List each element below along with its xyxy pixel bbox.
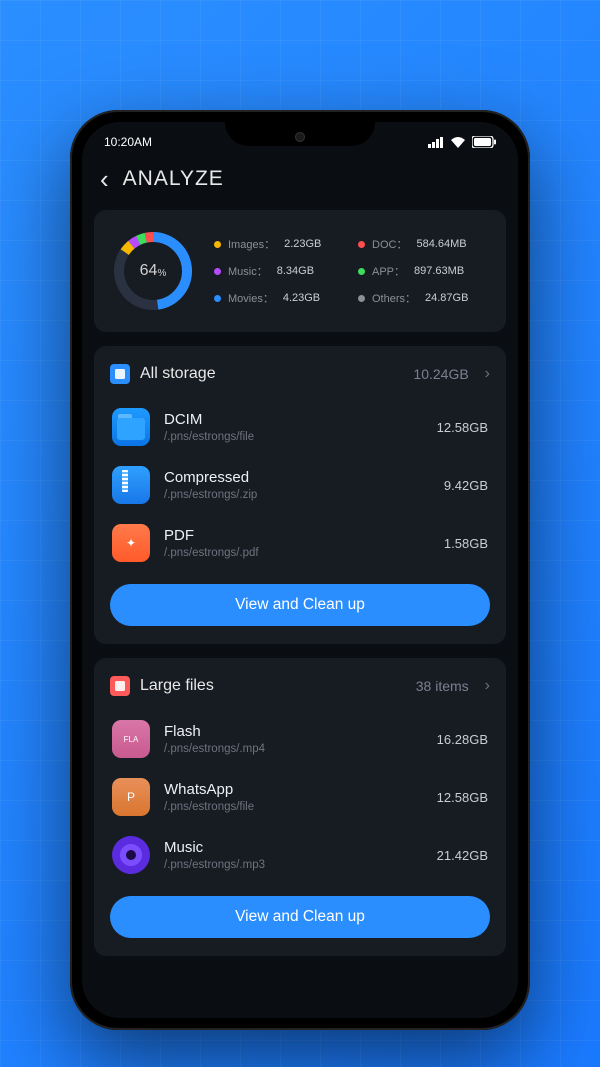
view-clean-button[interactable]: View and Clean up [110,896,490,938]
legend-item: APP： 897.63MB [358,263,490,279]
file-info: Compressed /.pns/estrongs/.zip [164,469,430,501]
storage-legend: Images： 2.23GB DOC： 584.64MB Music： 8.34GB APP… [214,236,490,306]
chevron-right-icon: › [485,365,490,383]
section-icon [110,364,130,384]
legend-label: Others： [372,290,416,306]
file-size: 1.58GB [444,536,488,551]
phone-frame: 10:20AM ‹ ANALYZE [70,110,530,1030]
signal-icon [428,137,444,148]
view-clean-button[interactable]: View and Clean up [110,584,490,626]
file-path: /.pns/estrongs/.zip [164,489,430,501]
legend-item: Images： 2.23GB [214,236,346,252]
zip-icon [112,466,150,504]
file-info: Flash /.pns/estrongs/.mp4 [164,723,423,755]
status-time: 10:20AM [104,135,152,149]
file-item[interactable]: FLA Flash /.pns/estrongs/.mp4 16.28GB [110,710,490,768]
legend-dot-icon [358,241,365,248]
section-title: All storage [140,365,403,383]
file-size: 9.42GB [444,478,488,493]
notch [225,122,375,146]
legend-label: Music： [228,263,268,279]
legend-dot-icon [358,295,365,302]
wifi-icon [450,136,466,148]
legend-label: Images： [228,236,275,252]
back-button[interactable]: ‹ [100,166,109,192]
legend-value: 897.63MB [414,265,464,277]
section-card: Large files 38 items › FLA Flash /.pns/e… [94,658,506,956]
file-name: WhatsApp [164,781,423,798]
file-item[interactable]: Music /.pns/estrongs/.mp3 21.42GB [110,826,490,884]
legend-value: 2.23GB [284,238,321,250]
legend-dot-icon [214,241,221,248]
section-card: All storage 10.24GB › DCIM /.pns/estrong… [94,346,506,644]
legend-item: DOC： 584.64MB [358,236,490,252]
legend-dot-icon [214,268,221,275]
file-item[interactable]: ✦ PDF /.pns/estrongs/.pdf 1.58GB [110,514,490,572]
file-name: DCIM [164,411,423,428]
storage-donut-chart: 64% [110,228,196,314]
storage-chart-card: 64% Images： 2.23GB DOC： 584.64MB Music： 8.34G… [94,210,506,332]
legend-item: Movies： 4.23GB [214,290,346,306]
file-name: Music [164,839,423,856]
file-info: PDF /.pns/estrongs/.pdf [164,527,430,559]
file-name: Compressed [164,469,430,486]
file-path: /.pns/estrongs/file [164,801,423,813]
legend-dot-icon [214,295,221,302]
file-path: /.pns/estrongs/.mp4 [164,743,423,755]
legend-value: 584.64MB [416,238,466,250]
section-title: Large files [140,677,406,695]
chevron-right-icon: › [485,677,490,695]
file-path: /.pns/estrongs/.pdf [164,547,430,559]
p-icon: P [112,778,150,816]
file-item[interactable]: Compressed /.pns/estrongs/.zip 9.42GB [110,456,490,514]
legend-item: Others： 24.87GB [358,290,490,306]
donut-center-label: 64% [110,228,196,314]
file-path: /.pns/estrongs/.mp3 [164,859,423,871]
fla-icon: FLA [112,720,150,758]
file-info: Music /.pns/estrongs/.mp3 [164,839,423,871]
section-icon [110,676,130,696]
header: ‹ ANALYZE [82,156,518,210]
battery-icon [472,136,496,148]
legend-value: 4.23GB [283,292,320,304]
file-size: 12.58GB [437,420,488,435]
section-header[interactable]: All storage 10.24GB › [110,364,490,384]
legend-value: 8.34GB [277,265,314,277]
screen: 10:20AM ‹ ANALYZE [82,122,518,1018]
file-size: 12.58GB [437,790,488,805]
section-header[interactable]: Large files 38 items › [110,676,490,696]
legend-value: 24.87GB [425,292,468,304]
file-info: WhatsApp /.pns/estrongs/file [164,781,423,813]
section-meta: 38 items [416,678,469,694]
music-icon [112,836,150,874]
legend-dot-icon [358,268,365,275]
file-name: PDF [164,527,430,544]
file-size: 16.28GB [437,732,488,747]
page-title: ANALYZE [123,167,224,191]
section-meta: 10.24GB [413,366,468,382]
file-size: 21.42GB [437,848,488,863]
file-name: Flash [164,723,423,740]
folder-icon [112,408,150,446]
status-icons [428,136,496,148]
legend-item: Music： 8.34GB [214,263,346,279]
legend-label: DOC： [372,236,407,252]
legend-label: APP： [372,263,405,279]
file-item[interactable]: P WhatsApp /.pns/estrongs/file 12.58GB [110,768,490,826]
file-path: /.pns/estrongs/file [164,431,423,443]
pdf-icon: ✦ [112,524,150,562]
file-info: DCIM /.pns/estrongs/file [164,411,423,443]
legend-label: Movies： [228,290,274,306]
file-item[interactable]: DCIM /.pns/estrongs/file 12.58GB [110,398,490,456]
